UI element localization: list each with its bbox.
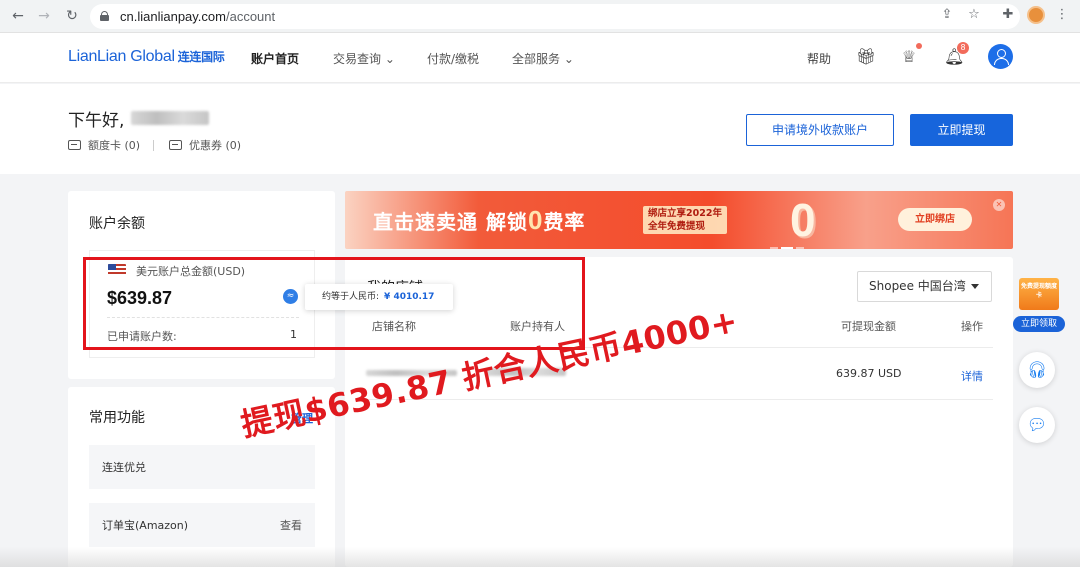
site-header: LianLian Global 连连国际 账户首页 交易查询 ⌄ 付款/缴税 全部… (0, 33, 1080, 83)
nav-transactions[interactable]: 交易查询 ⌄ (333, 50, 395, 67)
chevron-down-icon: ⌄ (563, 52, 574, 66)
chevron-down-icon: ⌄ (384, 52, 395, 66)
coupon-icon (169, 140, 182, 150)
nav-transactions-label: 交易查询 (333, 52, 382, 66)
banner-sub-line2: 全年免费提现 (648, 221, 706, 232)
function-item-lianlian-exchange[interactable]: 连连优兑 (89, 445, 315, 489)
caret-down-icon (971, 284, 979, 289)
crown-icon[interactable]: ♕ (899, 47, 919, 67)
carousel-dot-active[interactable] (781, 247, 793, 249)
bind-store-button[interactable]: 立即绑店 (898, 208, 972, 231)
function-item-order-treasure[interactable]: 订单宝(Amazon) 查看 (89, 503, 315, 547)
star-icon[interactable]: ☆ (965, 7, 983, 22)
crown-dot (916, 43, 922, 49)
coupon-label: 优惠券 (0) (189, 139, 242, 152)
nav-account-home[interactable]: 账户首页 (251, 50, 299, 67)
annotation-highlight-box (83, 257, 585, 350)
wechat-icon[interactable]: 💬︎ (1019, 407, 1055, 443)
banner-subtext: 绑店立享2022年 全年免费提现 (643, 206, 727, 234)
store-withdrawable-amount: 639.87 USD (836, 367, 902, 380)
greeting-title: 下午好, (68, 111, 125, 131)
function-item-label: 连连优兑 (102, 461, 146, 474)
carousel-dot[interactable] (770, 247, 778, 249)
user-avatar-icon[interactable] (988, 44, 1013, 69)
column-header-withdrawable: 可提现金额 (841, 320, 896, 333)
address-bar[interactable]: cn.lianlianpay.com/account (90, 4, 1020, 29)
withdraw-now-button[interactable]: 立即提现 (910, 114, 1013, 146)
column-header-action: 操作 (961, 320, 983, 333)
quota-card-label: 额度卡 (0) (88, 139, 141, 152)
quota-card-link[interactable]: 额度卡 (0) (68, 137, 140, 153)
url-path: /account (225, 9, 276, 24)
gift-box-icon: 免费提现额度卡 (1019, 278, 1059, 310)
brand-logo[interactable]: LianLian Global 连连国际 (68, 48, 225, 66)
claim-now-button[interactable]: 立即领取 (1013, 316, 1065, 332)
balance-title: 账户余额 (89, 216, 145, 232)
url-text: cn.lianlianpay.com/account (120, 9, 275, 24)
logo-text: LianLian Global (68, 48, 175, 65)
more-menu-icon[interactable]: ⋮ (1053, 7, 1071, 22)
lock-icon (100, 11, 109, 21)
browser-toolbar: ← → ↻ cn.lianlianpay.com/account ⇪ ☆ ✚ ⋮ (0, 0, 1080, 33)
bottom-shadow (0, 547, 1080, 567)
banner-headline-a: 直击速卖通 解锁 (373, 210, 528, 234)
reload-icon[interactable]: ↻ (63, 7, 81, 25)
banner-headline: 直击速卖通 解锁0费率 (373, 205, 585, 236)
profile-avatar-icon[interactable] (1027, 6, 1045, 24)
share-icon[interactable]: ⇪ (938, 7, 956, 22)
store-details-link[interactable]: 详情 (961, 368, 983, 384)
coupon-link[interactable]: 优惠券 (0) (169, 137, 241, 153)
headset-support-icon[interactable]: 🎧︎ (1019, 352, 1055, 388)
store-region-value: Shopee 中国台湾 (869, 279, 966, 293)
view-link[interactable]: 查看 (280, 517, 302, 533)
apply-overseas-account-button[interactable]: 申请境外收款账户 (746, 114, 894, 146)
divider (153, 140, 154, 151)
close-icon[interactable]: ✕ (993, 199, 1005, 211)
card-icon (68, 140, 81, 150)
redacted-username (131, 111, 209, 125)
gift-icon[interactable]: 🎁︎ (856, 47, 876, 67)
function-item-label: 订单宝(Amazon) (102, 519, 189, 532)
banner-sub-line1: 绑店立享2022年 (648, 208, 722, 219)
greeting-panel: 下午好, 额度卡 (0) 优惠券 (0) 申请境外收款账户 立即提现 (0, 84, 1080, 174)
forward-icon[interactable]: → (35, 7, 53, 25)
logo-cn: 连连国际 (177, 50, 225, 64)
store-region-select[interactable]: Shopee 中国台湾 (857, 271, 992, 302)
url-host: cn.lianlianpay.com (120, 9, 226, 24)
carousel-indicators (770, 238, 807, 249)
back-icon[interactable]: ← (9, 7, 27, 25)
notification-badge: 8 (957, 42, 969, 54)
help-link[interactable]: 帮助 (807, 50, 831, 67)
extensions-icon[interactable]: ✚ (999, 7, 1017, 22)
nav-payments[interactable]: 付款/缴税 (427, 50, 479, 67)
free-withdrawal-promo[interactable]: 免费提现额度卡 立即领取 (1013, 278, 1065, 334)
nav-all-services-label: 全部服务 (512, 52, 561, 66)
banner-headline-b: 费率 (543, 210, 586, 234)
promo-banner[interactable]: 直击速卖通 解锁0费率 绑店立享2022年 全年免费提现 0 立即绑店 ✕ (345, 191, 1013, 249)
banner-headline-zero: 0 (527, 205, 544, 235)
functions-title: 常用功能 (89, 410, 145, 426)
nav-all-services[interactable]: 全部服务 ⌄ (512, 50, 574, 67)
carousel-dot[interactable] (796, 247, 804, 249)
